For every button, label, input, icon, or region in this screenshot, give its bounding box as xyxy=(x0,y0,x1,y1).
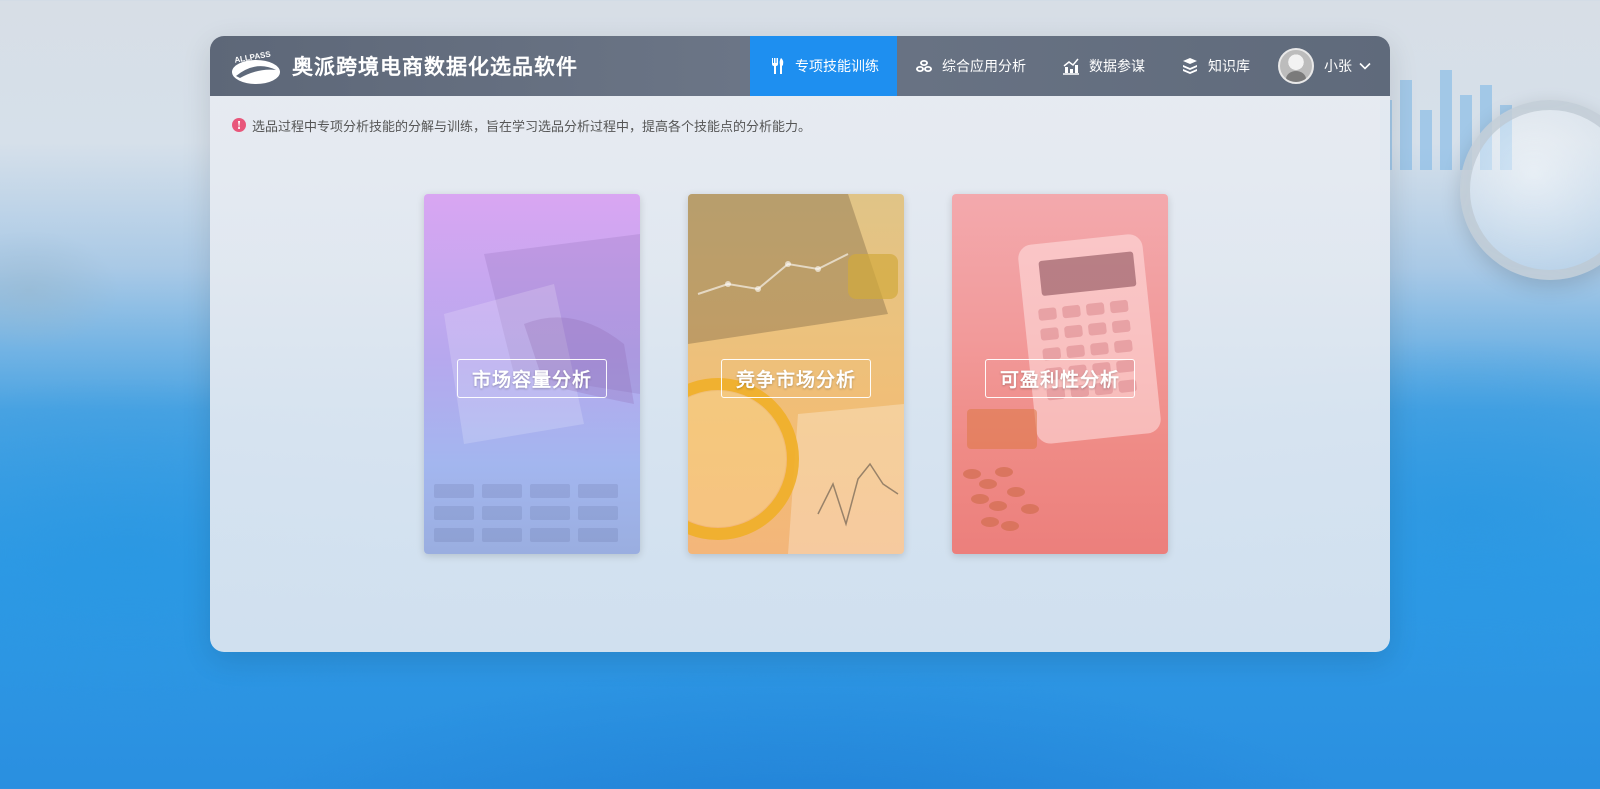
card-label: 可盈利性分析 xyxy=(984,359,1136,398)
allpass-logo-icon: ALLPASS xyxy=(232,49,280,84)
notice-text: 选品过程中专项分析技能的分解与训练，旨在学习选品分析过程中，提高各个技能点的分析… xyxy=(252,119,812,135)
main-panel: ALLPASS 奥派跨境电商数据化选品软件 专项技能训练 综合应用分析 数据参谋… xyxy=(210,36,1390,652)
nav-item-label: 综合应用分析 xyxy=(942,59,1026,75)
app-title: 奥派跨境电商数据化选品软件 xyxy=(292,55,578,79)
nav-item-data-advisor[interactable]: 数据参谋 xyxy=(1044,36,1163,96)
brand: ALLPASS 奥派跨境电商数据化选品软件 xyxy=(210,46,750,86)
card-competitive-market[interactable]: 竞争市场分析 xyxy=(688,194,904,554)
pie-decoration xyxy=(0,230,120,350)
chart-icon xyxy=(1063,58,1079,75)
user-menu[interactable]: 小张 xyxy=(1268,36,1390,96)
nav-item-skill-training[interactable]: 专项技能训练 xyxy=(750,36,897,96)
tools-icon xyxy=(772,58,784,74)
module-cards: 市场容量分析 竞争市场分析 可盈利性分析 xyxy=(210,154,1390,594)
top-header: ALLPASS 奥派跨境电商数据化选品软件 专项技能训练 综合应用分析 数据参谋… xyxy=(210,36,1390,96)
main-nav: 专项技能训练 综合应用分析 数据参谋 知识库 小张 xyxy=(750,36,1390,96)
card-label: 市场容量分析 xyxy=(456,359,608,398)
magnifier-decoration xyxy=(1460,100,1600,280)
avatar xyxy=(1278,48,1314,84)
chevron-down-icon xyxy=(1359,62,1371,70)
bar-chart-decoration xyxy=(1380,70,1512,170)
coins-icon xyxy=(916,60,932,72)
card-market-capacity[interactable]: 市场容量分析 xyxy=(424,194,640,554)
nav-item-knowledge-base[interactable]: 知识库 xyxy=(1163,36,1268,96)
nav-item-label: 数据参谋 xyxy=(1089,59,1145,75)
notice-bar: ! 选品过程中专项分析技能的分解与训练，旨在学习选品分析过程中，提高各个技能点的… xyxy=(210,96,1390,154)
books-icon xyxy=(1183,58,1197,74)
nav-item-label: 专项技能训练 xyxy=(795,59,879,75)
info-icon: ! xyxy=(232,118,246,132)
user-name: 小张 xyxy=(1324,59,1352,75)
nav-item-label: 知识库 xyxy=(1208,59,1250,75)
card-label: 竞争市场分析 xyxy=(720,359,872,398)
nav-item-comprehensive-analysis[interactable]: 综合应用分析 xyxy=(897,36,1044,96)
card-profitability[interactable]: 可盈利性分析 xyxy=(952,194,1168,554)
